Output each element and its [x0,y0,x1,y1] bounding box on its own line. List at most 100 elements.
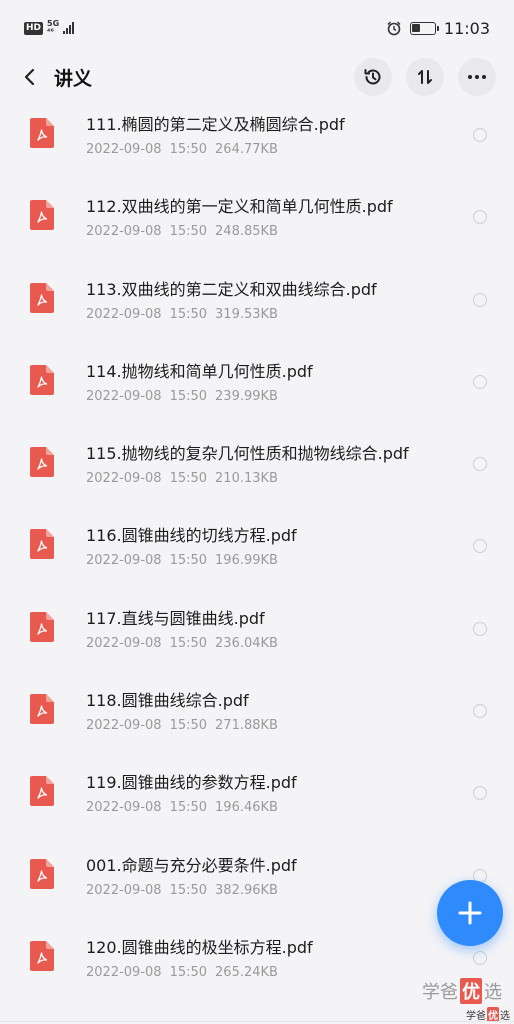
file-size: 265.24KB [215,964,278,980]
file-time: 15:50 [169,635,208,651]
file-time: 15:50 [169,800,208,816]
file-text: 112.双曲线的第一定义和简单几何性质.pdf 2022-09-08 15:50 2… [86,197,393,240]
pdf-file-icon [30,940,54,971]
file-date: 2022-09-08 [86,882,162,898]
status-left: HD 5G ⁴⁶ [24,20,75,36]
file-text: 111.椭圆的第二定义及椭圆综合.pdf 2022-09-08 15:50 264.… [86,115,345,158]
file-time: 15:50 [169,882,208,898]
file-time: 15:50 [169,388,208,404]
network-badge: 5G ⁴⁶ [47,20,59,36]
file-size: 236.04KB [215,635,278,651]
select-radio[interactable] [473,128,487,142]
select-radio[interactable] [473,621,487,636]
battery-icon [409,21,439,35]
select-radio[interactable] [473,539,487,554]
file-meta: 2022-09-08 15:50 319.53KB [86,306,377,323]
select-radio[interactable] [473,786,487,801]
pdf-file-icon [30,118,54,148]
history-icon [364,69,381,85]
file-time: 15:50 [169,306,208,322]
file-list-item[interactable]: 112.双曲线的第一定义和简单几何性质.pdf 2022-09-08 15:50 2… [0,182,514,264]
select-radio[interactable] [473,950,487,965]
file-date: 2022-09-08 [86,800,162,816]
sort-button[interactable] [406,58,444,96]
file-list-item[interactable]: 114.抛物线和简单几何性质.pdf 2022-09-08 15:50 239.99… [0,347,514,429]
plus-icon [458,901,482,925]
file-list-item[interactable]: 117.直线与圆锥曲线.pdf 2022-09-08 15:50 236.04KB [0,594,514,676]
pdf-file-icon [30,200,54,231]
status-right: 11:03 [386,19,490,38]
select-radio[interactable] [473,210,487,225]
alarm-icon [387,21,401,36]
status-bar: HD 5G ⁴⁶ 11:03 [0,0,514,56]
file-text: 116.圆锥曲线的切线方程.pdf 2022-09-08 15:50 196.99K… [86,526,297,569]
file-name: 116.圆锥曲线的切线方程.pdf [86,526,297,546]
pdf-file-icon [30,776,54,807]
back-button[interactable] [18,65,42,89]
file-time: 15:50 [169,553,208,569]
file-time: 15:50 [169,224,208,240]
file-time: 15:50 [169,964,208,980]
file-size: 196.46KB [215,800,278,816]
watermark-small-box: 优 [487,1007,499,1022]
file-meta: 2022-09-08 15:50 264.77KB [86,141,345,158]
file-text: 115.抛物线的复杂几何性质和抛物线综合.pdf 2022-09-08 15:50… [86,444,409,487]
file-list-item[interactable]: 119.圆锥曲线的参数方程.pdf 2022-09-08 15:50 196.46K… [0,758,514,840]
file-name: 111.椭圆的第二定义及椭圆综合.pdf [86,115,345,134]
file-text: 119.圆锥曲线的参数方程.pdf 2022-09-08 15:50 196.46K… [86,773,297,816]
file-date: 2022-09-08 [86,224,162,240]
battery-fill [412,24,420,32]
file-date: 2022-09-08 [86,718,162,734]
pdf-file-icon [30,529,54,560]
add-fab-button[interactable] [437,880,503,946]
select-radio[interactable] [473,704,487,719]
watermark-box: 优 [460,978,482,1004]
file-date: 2022-09-08 [86,553,162,569]
watermark-right: 选 [484,982,502,1003]
file-text: 113.双曲线的第二定义和双曲线综合.pdf 2022-09-08 15:50 31… [86,280,377,323]
file-list-item[interactable]: 115.抛物线的复杂几何性质和抛物线综合.pdf 2022-09-08 15:50… [0,429,514,511]
file-size: 196.99KB [215,553,278,569]
select-radio[interactable] [473,374,487,389]
clock: 11:03 [443,18,490,38]
watermark-small-left: 学爸 [466,1011,486,1022]
file-list-item[interactable]: 113.双曲线的第二定义和双曲线综合.pdf 2022-09-08 15:50 31… [0,265,514,347]
file-name: 120.圆锥曲线的极坐标方程.pdf [86,937,313,957]
file-size: 382.96KB [215,882,278,898]
file-meta: 2022-09-08 15:50 239.99KB [86,388,313,405]
file-date: 2022-09-08 [86,635,162,651]
network-subtype: ⁴⁶ [47,27,55,36]
sort-icon [418,70,432,84]
file-size: 264.77KB [215,142,278,157]
file-meta: 2022-09-08 15:50 236.04KB [86,635,278,652]
file-name: 112.双曲线的第一定义和简单几何性质.pdf [86,197,393,217]
file-date: 2022-09-08 [86,142,162,157]
select-radio[interactable] [473,292,487,307]
file-text: 114.抛物线和简单几何性质.pdf 2022-09-08 15:50 239.99… [86,362,313,405]
file-date: 2022-09-08 [86,964,162,980]
pdf-file-icon [30,694,54,725]
file-list-item[interactable]: 116.圆锥曲线的切线方程.pdf 2022-09-08 15:50 196.99K… [0,511,514,593]
watermark: 学爸 优 选 [422,978,502,1004]
file-meta: 2022-09-08 15:50 196.46KB [86,799,297,816]
file-list-item[interactable]: 111.椭圆的第二定义及椭圆综合.pdf 2022-09-08 15:50 264.… [0,100,514,182]
pdf-file-icon [30,858,54,889]
file-name: 113.双曲线的第二定义和双曲线综合.pdf [86,279,377,299]
file-size: 271.88KB [215,718,278,734]
file-size: 248.85KB [215,224,278,240]
hd-badge: HD [24,21,44,35]
file-date: 2022-09-08 [86,388,162,404]
file-name: 117.直线与圆锥曲线.pdf [86,608,265,628]
watermark-small: 学爸 优 选 [466,1007,510,1022]
page-title: 讲义 [54,67,93,90]
file-time: 15:50 [169,718,208,734]
signal-icon [63,22,75,34]
history-button[interactable] [354,58,392,96]
more-button[interactable] [458,58,496,96]
header-actions [354,58,496,96]
file-name: 119.圆锥曲线的参数方程.pdf [86,773,297,793]
file-name: 118.圆锥曲线综合.pdf [86,691,249,711]
file-list-item[interactable]: 118.圆锥曲线综合.pdf 2022-09-08 15:50 271.88KB [0,676,514,758]
chevron-left-icon [24,68,35,86]
select-radio[interactable] [473,457,487,472]
